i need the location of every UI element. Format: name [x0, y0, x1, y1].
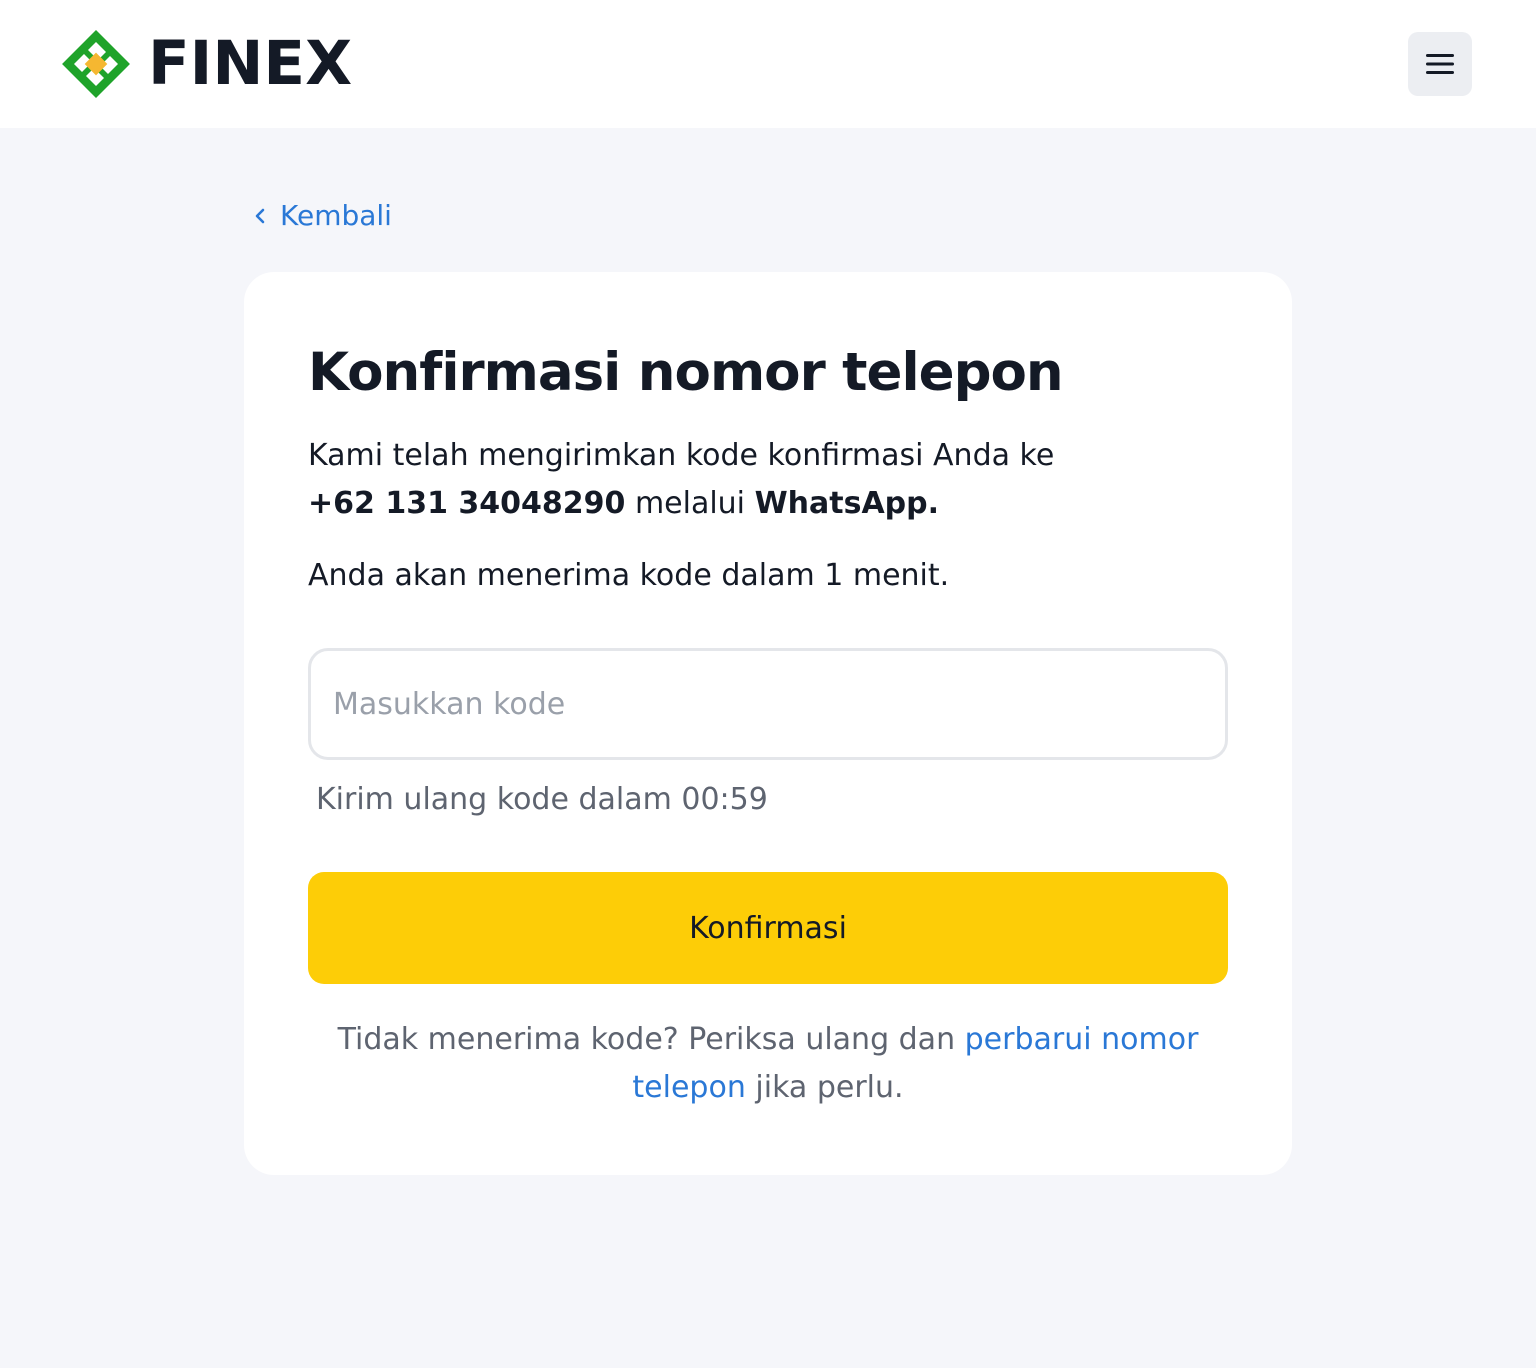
help-text: Tidak menerima kode? Periksa ulang dan p… [308, 1016, 1228, 1112]
back-link-label: Kembali [280, 199, 392, 232]
chevron-left-icon [255, 208, 265, 224]
finex-logo-icon [62, 30, 130, 98]
resend-countdown: Kirim ulang kode dalam 00:59 [316, 782, 768, 817]
back-link[interactable]: Kembali [252, 196, 392, 236]
help-suffix: jika perlu. [755, 1070, 904, 1105]
confirm-button[interactable]: Konfirmasi [308, 872, 1228, 984]
confirmation-card: Konfirmasi nomor telepon Kami telah meng… [244, 272, 1292, 1175]
hamburger-menu-icon [1426, 54, 1454, 74]
description-prefix: Kami telah mengirimkan kode konfirmasi A… [308, 438, 1055, 473]
phone-number: +62 131 34048290 [308, 486, 626, 521]
brand-name: FINEX [148, 28, 353, 99]
delivery-channel: WhatsApp. [754, 486, 940, 521]
eta-text: Anda akan menerima kode dalam 1 menit. [308, 558, 950, 593]
brand-logo[interactable]: FINEX [62, 30, 352, 98]
code-input[interactable] [308, 648, 1228, 760]
page-title: Konfirmasi nomor telepon [308, 342, 1064, 403]
menu-button[interactable] [1408, 32, 1472, 96]
confirmation-description: Kami telah mengirimkan kode konfirmasi A… [308, 432, 1208, 528]
description-via: melalui [634, 486, 746, 521]
help-prefix: Tidak menerima kode? Periksa ulang dan [337, 1022, 956, 1057]
top-header: FINEX [0, 0, 1536, 128]
